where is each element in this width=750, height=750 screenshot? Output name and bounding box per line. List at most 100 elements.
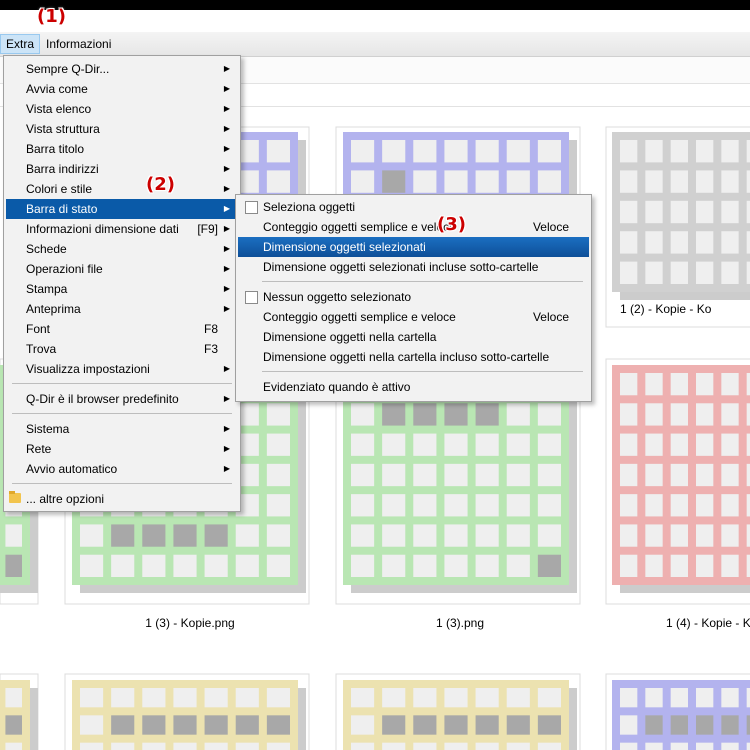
thumbnail-cell xyxy=(235,742,259,750)
extra-menu-item[interactable]: ... altre opzioni xyxy=(6,489,238,509)
extra-menu-item-label: Barra titolo xyxy=(26,142,85,156)
thumbnail-caption[interactable]: 1 (4) - Kopie - Ko xyxy=(666,616,750,630)
thumbnail-cell xyxy=(5,524,22,547)
thumbnail-cell xyxy=(506,742,530,750)
thumbnail-cell xyxy=(266,742,290,750)
menu-separator xyxy=(262,281,583,282)
thumbnail-cell xyxy=(537,463,561,487)
thumbnail-cell xyxy=(351,524,375,547)
submenu-arrow-icon: ▶ xyxy=(223,124,230,133)
thumbnail-cell xyxy=(266,524,290,547)
thumbnail-cell xyxy=(413,463,437,487)
extra-menu-item[interactable]: Barra titolo ▶ xyxy=(6,139,238,159)
thumbnail-cell xyxy=(444,433,468,456)
thumbnail-cell xyxy=(413,742,437,750)
status-submenu-item[interactable]: Dimensione oggetti nella cartella inclus… xyxy=(238,347,589,367)
thumbnail-cell xyxy=(670,524,688,547)
menu-extra[interactable]: Extra xyxy=(0,34,41,54)
thumbnail-cell xyxy=(111,554,135,577)
thumbnail-caption[interactable]: 1 (2) - Kopie - Ko xyxy=(620,302,750,316)
thumbnail-cell xyxy=(382,554,406,577)
thumbnail-cell xyxy=(645,688,663,708)
extra-menu-item[interactable]: Anteprima ▶ xyxy=(6,299,238,319)
extra-menu-item-label: Anteprima xyxy=(26,302,81,316)
thumbnail-cell xyxy=(645,715,663,735)
thumbnail-cell xyxy=(80,715,104,735)
thumbnail-cell xyxy=(506,715,530,735)
submenu-arrow-icon: ▶ xyxy=(223,464,230,473)
extra-menu-item[interactable]: Informazioni dimensione dati [F9] ▶ xyxy=(6,219,238,239)
extra-menu-item[interactable]: Schede ▶ xyxy=(6,239,238,259)
status-submenu-item[interactable]: Evidenziato quando è attivo xyxy=(238,377,589,397)
extra-menu-item[interactable]: Q-Dir è il browser predefinito ▶ xyxy=(6,389,238,409)
thumbnail-cell xyxy=(475,742,499,750)
extra-menu-item[interactable]: Rete ▶ xyxy=(6,439,238,459)
thumbnail-cell xyxy=(537,403,561,426)
status-submenu-item-label: Seleziona oggetti xyxy=(263,200,356,214)
thumbnail-cell xyxy=(696,715,714,735)
submenu-arrow-icon: ▶ xyxy=(223,394,230,403)
thumbnail-cell xyxy=(266,494,290,517)
extra-menu-item[interactable]: Avvia come ▶ xyxy=(6,79,238,99)
extra-menu-item[interactable]: Colori e stile ▶ xyxy=(6,179,238,199)
thumbnail-cell xyxy=(475,688,499,708)
thumbnail-cell xyxy=(266,688,290,708)
thumbnail-cell xyxy=(506,554,530,577)
thumbnail-cell xyxy=(645,524,663,547)
thumbnail-cell xyxy=(620,170,638,193)
thumbnail-cell xyxy=(382,463,406,487)
extra-menu-item[interactable]: Operazioni file ▶ xyxy=(6,259,238,279)
extra-menu-item[interactable]: Vista elenco ▶ xyxy=(6,99,238,119)
extra-menu-item[interactable]: Barra indirizzi ▶ xyxy=(6,159,238,179)
thumbnail-cell xyxy=(475,494,499,517)
menu-shortcut: [F9] xyxy=(197,222,218,236)
thumbnail-cell xyxy=(645,200,663,224)
thumbnail-cell xyxy=(413,433,437,456)
thumbnail-cell xyxy=(413,524,437,547)
thumbnail-cell xyxy=(620,231,638,254)
extra-menu-item[interactable]: Trova F3 xyxy=(6,339,238,359)
extra-menu-item[interactable]: Sempre Q-Dir... ▶ xyxy=(6,59,238,79)
thumbnail-caption[interactable]: 1 (3).png xyxy=(330,616,590,630)
extra-menu-item[interactable]: Stampa ▶ xyxy=(6,279,238,299)
status-submenu-item[interactable]: Dimensione oggetti selezionati incluse s… xyxy=(238,257,589,277)
thumbnail-cell xyxy=(721,403,739,426)
thumbnail-cell xyxy=(721,140,739,163)
extra-menu-item[interactable]: Font F8 xyxy=(6,319,238,339)
thumbnail-cell xyxy=(537,524,561,547)
thumbnail-cell xyxy=(413,140,437,163)
thumbnail-cell xyxy=(620,261,638,284)
thumbnail-cell xyxy=(721,742,739,750)
extra-menu-item[interactable]: Avvio automatico ▶ xyxy=(6,459,238,479)
thumbnail-cell xyxy=(670,170,688,193)
status-submenu-item[interactable]: Conteggio oggetti semplice e veloce Veloc… xyxy=(238,307,589,327)
thumbnail-cell xyxy=(670,200,688,224)
thumbnail-cell xyxy=(620,463,638,487)
extra-menu-item[interactable]: Barra di stato ▶ xyxy=(6,199,238,219)
thumbnail-cell xyxy=(537,688,561,708)
thumbnail-cell xyxy=(173,524,197,547)
extra-menu-item[interactable]: Sistema ▶ xyxy=(6,419,238,439)
extra-menu-item[interactable]: Vista struttura ▶ xyxy=(6,119,238,139)
status-submenu-item[interactable]: Dimensione oggetti nella cartella xyxy=(238,327,589,347)
extra-menu-item-label: Visualizza impostazioni xyxy=(26,362,150,376)
status-submenu-item[interactable]: Conteggio oggetti semplice e veloce Veloc… xyxy=(238,217,589,237)
status-submenu-item[interactable]: Dimensione oggetti selezionati xyxy=(238,237,589,257)
status-submenu-item[interactable]: Seleziona oggetti xyxy=(238,197,589,217)
thumbnail-cell xyxy=(266,433,290,456)
menubar: Extra Informazioni xyxy=(0,32,750,57)
thumbnail-cell xyxy=(142,524,166,547)
thumbnail-cell xyxy=(645,494,663,517)
thumbnail-caption[interactable]: 1 (3) - Kopie.png xyxy=(60,616,320,630)
extra-menu-item-label: ... altre opzioni xyxy=(26,492,105,506)
callout-2: (2) xyxy=(146,174,175,195)
thumbnail-cell xyxy=(721,715,739,735)
status-submenu-item[interactable]: Nessun oggetto selezionato xyxy=(238,287,589,307)
thumbnail-cell xyxy=(670,463,688,487)
thumbnail-cell xyxy=(475,715,499,735)
thumbnail-cell xyxy=(670,494,688,517)
extra-menu-item[interactable]: Visualizza impostazioni ▶ xyxy=(6,359,238,379)
menu-informazioni[interactable]: Informazioni xyxy=(41,35,116,53)
thumbnail-cell xyxy=(444,715,468,735)
thumbnail-cell xyxy=(696,524,714,547)
